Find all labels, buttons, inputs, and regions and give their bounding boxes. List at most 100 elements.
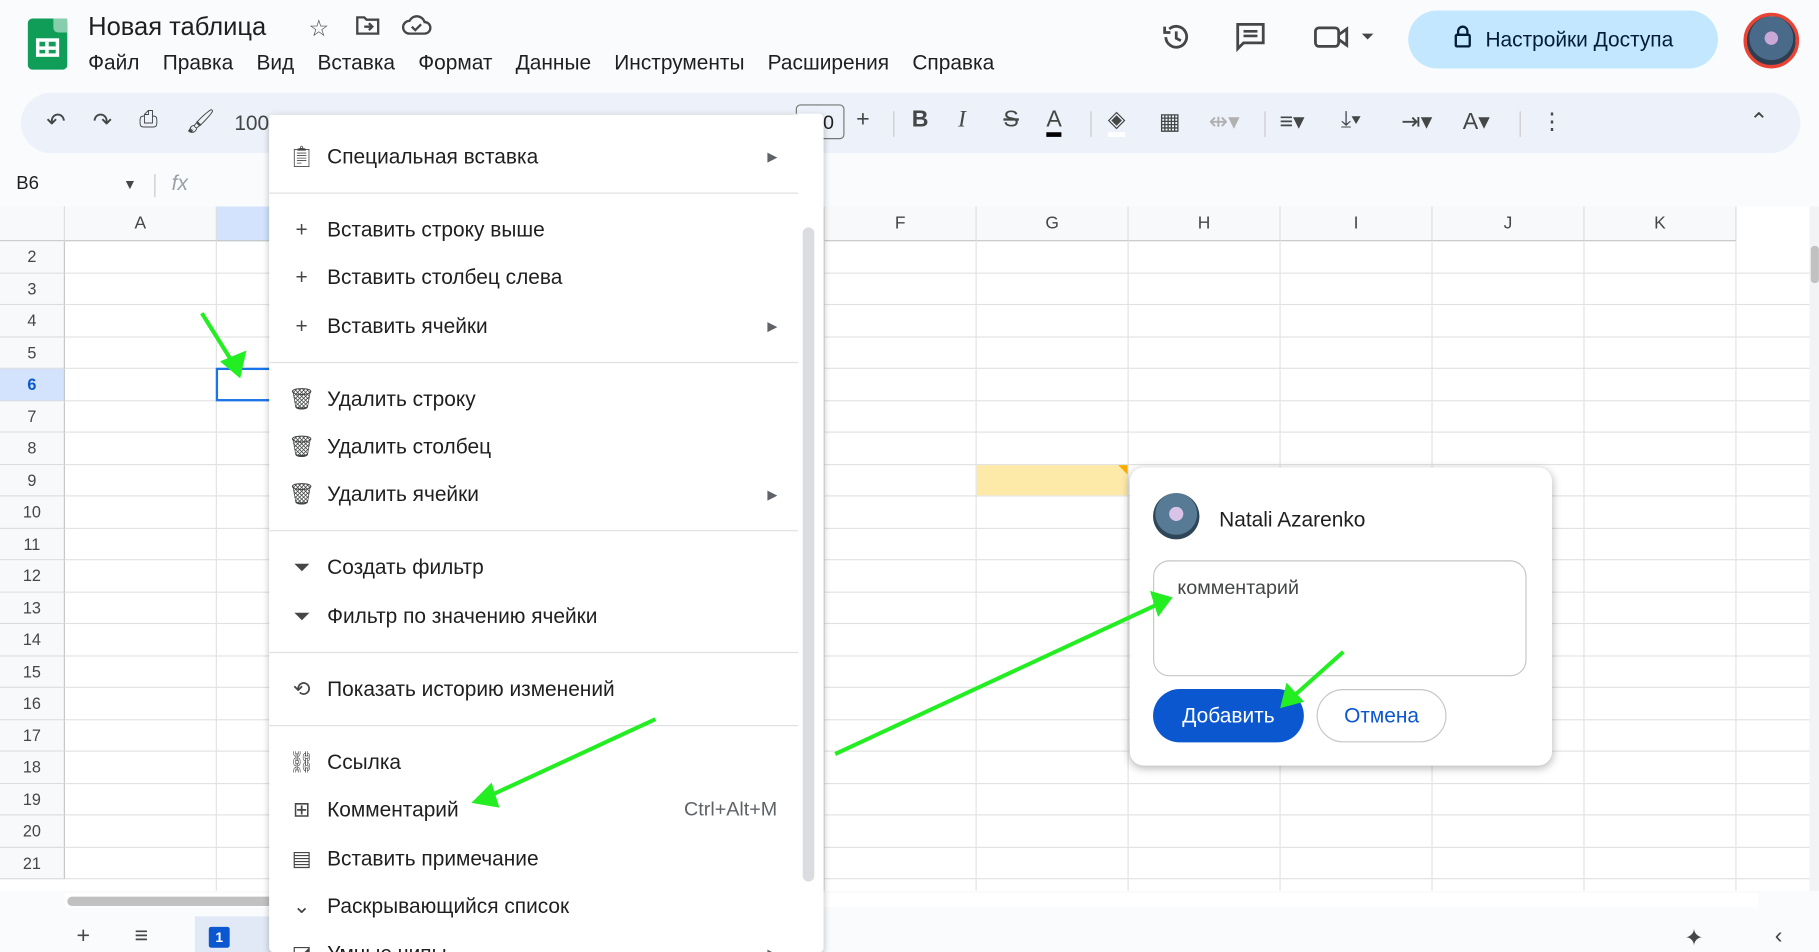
menu-insert[interactable]: Вставка — [306, 51, 407, 75]
merge-cells-icon[interactable]: ⇹▾ — [1209, 107, 1240, 136]
select-all-corner[interactable] — [0, 206, 65, 242]
font-size-increase-icon[interactable]: + — [856, 107, 870, 134]
account-avatar[interactable] — [1743, 12, 1800, 69]
star-icon[interactable]: ☆ — [309, 14, 330, 43]
row-header-16[interactable]: 16 — [0, 687, 65, 720]
side-panel-toggle-icon[interactable]: ‹ — [1775, 923, 1783, 950]
context-menu-item[interactable]: ⊞ Комментарий Ctrl+Alt+M — [288, 792, 777, 827]
row-header-2[interactable]: 2 — [0, 241, 65, 274]
context-menu-item[interactable]: ⛓︎ Ссылка — [288, 745, 778, 780]
collapse-menus-icon[interactable]: ⌃ — [1749, 107, 1768, 136]
menu-extensions[interactable]: Расширения — [756, 51, 901, 75]
menu-help[interactable]: Справка — [901, 51, 1006, 75]
undo-icon[interactable]: ↶ — [46, 107, 65, 136]
fill-color-icon[interactable]: ◈ — [1107, 107, 1126, 137]
context-menu-item[interactable]: + Вставить ячейки ▶ — [288, 309, 777, 344]
menu-edit[interactable]: Правка — [151, 51, 245, 75]
add-comment-button[interactable]: Добавить — [1153, 689, 1304, 743]
document-title[interactable]: Новая таблица — [88, 12, 266, 42]
toolbar-divider — [1264, 111, 1266, 137]
context-menu-item[interactable]: 🗑︎ Удалить строку — [288, 382, 778, 417]
column-header-f[interactable]: F — [824, 206, 977, 242]
context-menu-item[interactable]: + Вставить строку выше — [288, 212, 778, 247]
row-header-18[interactable]: 18 — [0, 751, 65, 784]
vertical-scroll-thumb[interactable] — [1810, 245, 1819, 284]
version-history-icon[interactable] — [1160, 21, 1192, 62]
column-header-i[interactable]: I — [1280, 206, 1433, 242]
row-header-6[interactable]: 6 — [0, 368, 65, 401]
context-menu-item[interactable]: 🗑︎ Удалить столбец — [288, 429, 778, 464]
row-header-21[interactable]: 21 — [0, 847, 65, 880]
context-menu-item[interactable]: ⏷ Создать фильтр — [288, 550, 778, 585]
row-header-15[interactable]: 15 — [0, 655, 65, 688]
column-header-g[interactable]: G — [976, 206, 1129, 242]
meet-icon[interactable] — [1313, 21, 1378, 62]
text-color-icon[interactable]: A — [1046, 107, 1062, 137]
column-header-j[interactable]: J — [1432, 206, 1585, 242]
name-box[interactable]: B6 — [16, 174, 39, 195]
context-menu-item[interactable]: ◪ Умные чипы ▶ — [288, 936, 777, 952]
context-menu-item[interactable]: + Вставить столбец слева — [288, 260, 778, 295]
row-header-14[interactable]: 14 — [0, 624, 65, 656]
context-menu-item[interactable]: ⟲ Показать историю изменений — [288, 672, 778, 707]
row-header-20[interactable]: 20 — [0, 815, 65, 848]
context-menu-scrollbar[interactable] — [802, 227, 815, 882]
share-button[interactable]: Настройки Доступа — [1408, 10, 1718, 69]
menu-data[interactable]: Данные — [504, 51, 603, 75]
explore-icon[interactable]: ✦ — [1684, 923, 1703, 952]
print-icon[interactable]: ⎙ — [139, 107, 158, 134]
horizontal-align-icon[interactable]: ≡▾ — [1279, 107, 1304, 136]
context-menu-item[interactable]: 🗑︎ Удалить ячейки ▶ — [288, 477, 777, 512]
row-header-9[interactable]: 9 — [0, 464, 65, 497]
column-header-h[interactable]: H — [1128, 206, 1281, 242]
italic-icon[interactable]: I — [958, 107, 966, 134]
add-sheet-icon[interactable]: + — [77, 923, 91, 950]
menu-tools[interactable]: Инструменты — [603, 51, 756, 75]
row-header-3[interactable]: 3 — [0, 273, 65, 306]
vertical-align-icon[interactable]: ⤓▾ — [1341, 107, 1361, 134]
horizontal-scroll-thumb[interactable] — [67, 896, 277, 906]
menu-divider — [269, 361, 799, 364]
row-header-7[interactable]: 7 — [0, 400, 65, 433]
paint-format-icon[interactable]: 🖌︎ — [186, 107, 215, 136]
context-menu-item[interactable]: ⏷ Фильтр по значению ячейки — [288, 599, 778, 634]
row-header-8[interactable]: 8 — [0, 432, 65, 465]
sheet-tab[interactable]: 1Re — [194, 916, 277, 952]
text-wrapping-icon[interactable]: ⇥▾ — [1401, 107, 1432, 136]
menu-file[interactable]: Файл — [88, 51, 151, 75]
row-header-13[interactable]: 13 — [0, 592, 65, 625]
comment-indicator-icon — [1118, 464, 1128, 474]
more-options-icon[interactable]: ⋮ — [1540, 107, 1563, 136]
redo-icon[interactable]: ↷ — [93, 107, 112, 136]
vertical-scrollbar[interactable] — [1809, 206, 1819, 891]
all-sheets-icon[interactable]: ≡ — [135, 923, 149, 950]
cloud-saved-icon[interactable] — [401, 14, 432, 44]
row-header-17[interactable]: 17 — [0, 719, 65, 752]
row-header-19[interactable]: 19 — [0, 783, 65, 816]
context-menu-item[interactable]: 📋︎ Специальная вставка ▶ — [288, 139, 777, 174]
zoom-select[interactable]: 100 — [234, 111, 269, 135]
row-header-10[interactable]: 10 — [0, 496, 65, 529]
comment-input[interactable]: комментарий — [1153, 560, 1527, 677]
strikethrough-icon[interactable]: S — [1003, 107, 1018, 134]
menu-format[interactable]: Формат — [407, 51, 504, 75]
context-menu-item[interactable]: ▤ Вставить примечание — [288, 841, 778, 876]
comments-icon[interactable] — [1234, 21, 1266, 62]
name-box-dropdown-icon[interactable]: ▼ — [123, 176, 137, 192]
text-rotation-icon[interactable]: A▾ — [1463, 107, 1490, 136]
column-header-k[interactable]: K — [1584, 206, 1737, 242]
borders-icon[interactable]: ▦ — [1159, 107, 1181, 136]
context-menu-item[interactable]: ⌄ Раскрывающийся список — [288, 889, 778, 924]
row-header-4[interactable]: 4 — [0, 305, 65, 337]
row-header-11[interactable]: 11 — [0, 528, 65, 561]
toolbar-divider — [893, 111, 895, 137]
move-folder-icon[interactable] — [355, 14, 381, 44]
column-header-a[interactable]: A — [64, 206, 217, 242]
menu-view[interactable]: Вид — [245, 51, 306, 75]
bold-icon[interactable]: B — [912, 107, 929, 134]
row-header-5[interactable]: 5 — [0, 336, 65, 369]
cancel-comment-button[interactable]: Отмена — [1316, 689, 1447, 743]
row-header-12[interactable]: 12 — [0, 560, 65, 593]
commented-cell[interactable] — [976, 464, 1128, 496]
sheets-logo[interactable] — [27, 18, 68, 70]
